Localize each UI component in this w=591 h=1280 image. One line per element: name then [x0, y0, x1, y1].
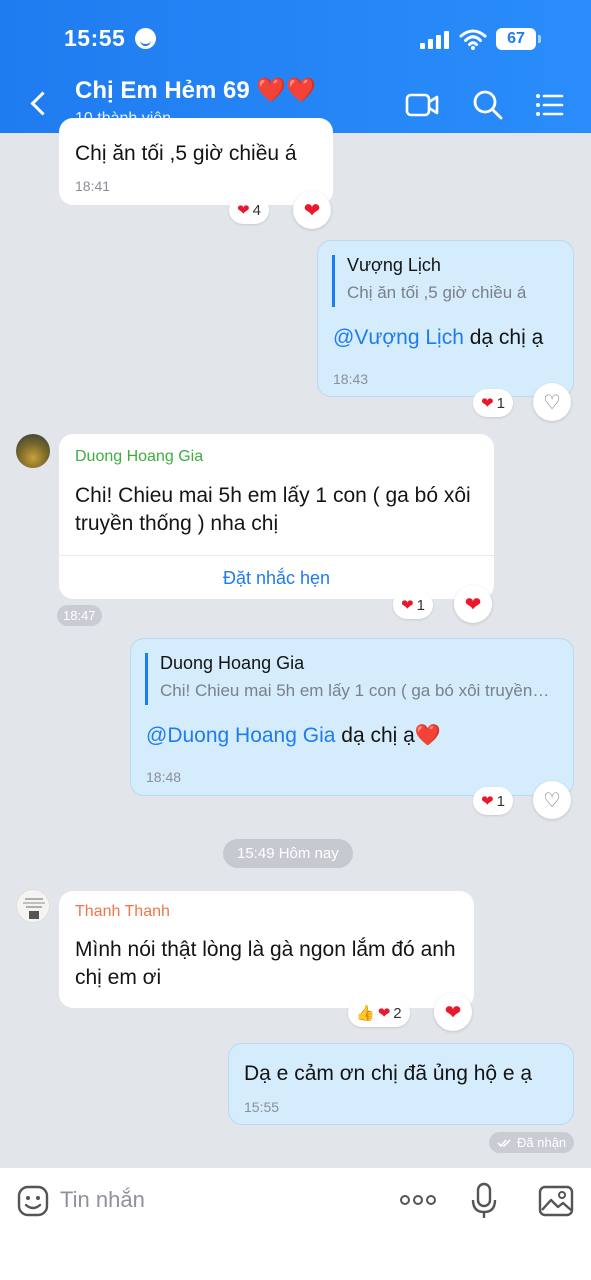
message-body: dạ chị ạ❤️ — [335, 724, 441, 747]
battery-indicator: 67 — [496, 28, 541, 50]
quote-sender: Duong Hoang Gia — [160, 653, 305, 673]
reaction-summary[interactable]: ❤ 1 — [393, 591, 433, 619]
double-check-icon — [497, 1138, 511, 1147]
message-time: 18:48 — [146, 769, 182, 785]
avatar-image — [23, 898, 45, 919]
reaction-summary[interactable]: ❤ 4 — [229, 196, 269, 224]
delivery-status: Đã nhận — [489, 1132, 575, 1153]
message-text: @Vượng Lịch dạ chị ạ — [333, 324, 543, 352]
message-bubble[interactable]: Chị ăn tối ,5 giờ chiều á 18:41 — [59, 118, 333, 205]
heart-icon: ❤ — [237, 202, 250, 219]
reaction-summary[interactable]: ❤ 1 — [473, 389, 513, 417]
quote-text: Chị ăn tối ,5 giờ chiều á — [347, 283, 527, 302]
set-reminder-button[interactable]: Đặt nhắc hẹn — [59, 555, 494, 599]
message-bubble[interactable]: Vượng Lịch Chị ăn tối ,5 giờ chiều á @Vư… — [317, 240, 574, 397]
reaction-summary[interactable]: 👍 ❤ 2 — [348, 999, 410, 1027]
message-input[interactable] — [60, 1182, 380, 1218]
status-time: 15:55 — [64, 25, 126, 51]
heart-react-button[interactable]: ❤ — [454, 585, 492, 623]
message-body: dạ chị ạ — [463, 326, 544, 349]
reaction-count: 1 — [496, 394, 505, 412]
more-options-icon[interactable] — [398, 1188, 438, 1212]
microphone-icon[interactable] — [470, 1182, 498, 1220]
message-time: 18:47 — [57, 605, 102, 626]
avatar[interactable] — [16, 434, 50, 468]
chat-header: 15:55 67 Chị Em Hẻm 69 ❤️❤️ 10 thành viê… — [0, 0, 591, 133]
message-time: 15:55 — [244, 1099, 280, 1115]
reaction-count: 4 — [252, 201, 261, 219]
wifi-icon — [459, 29, 487, 50]
message-composer — [0, 1168, 591, 1280]
back-button[interactable] — [26, 88, 54, 120]
heart-icon: ❤ — [444, 1001, 462, 1024]
quote-text: Chi! Chieu mai 5h em lấy 1 con ( ga bó x… — [160, 681, 550, 700]
delivery-status-text: Đã nhận — [517, 1135, 567, 1150]
reaction-count: 2 — [393, 1004, 402, 1022]
sticker-icon[interactable] — [16, 1184, 50, 1218]
message-text: Dạ e cảm ơn chị đã ủng hộ e ạ — [244, 1062, 533, 1085]
heart-icon: ❤ — [303, 199, 321, 222]
quoted-message[interactable]: Vượng Lịch Chị ăn tối ,5 giờ chiều á — [332, 255, 560, 307]
message-bubble[interactable]: Duong Hoang Gia Chi! Chieu mai 5h em lấy… — [130, 638, 574, 796]
video-call-icon[interactable] — [404, 87, 440, 123]
menu-icon[interactable] — [532, 87, 568, 123]
heart-outline-icon: ♡ — [543, 789, 561, 812]
message-text: Chi! Chieu mai 5h em lấy 1 con ( ga bó x… — [75, 484, 471, 535]
message-text: Mình nói thật lòng là gà ngon lắm đó anh… — [75, 938, 456, 989]
smiley-status-icon — [135, 28, 156, 49]
quoted-message[interactable]: Duong Hoang Gia Chi! Chieu mai 5h em lấy… — [145, 653, 550, 705]
avatar[interactable] — [16, 889, 50, 923]
mention-link[interactable]: @Duong Hoang Gia — [146, 724, 335, 747]
message-time: 18:43 — [333, 371, 369, 387]
message-bubble[interactable]: Dạ e cảm ơn chị đã ủng hộ e ạ 15:55 — [228, 1043, 574, 1125]
heart-icon: ❤ — [464, 593, 482, 616]
message-bubble[interactable]: Thanh Thanh Mình nói thật lòng là gà ngo… — [59, 891, 474, 1008]
sender-name[interactable]: Thanh Thanh — [75, 903, 170, 921]
reaction-count: 1 — [416, 596, 425, 614]
search-icon[interactable] — [470, 87, 506, 123]
reaction-count: 1 — [496, 792, 505, 810]
image-icon[interactable] — [538, 1184, 574, 1218]
like-react-button[interactable]: ♡ — [533, 383, 571, 421]
message-text: @Duong Hoang Gia dạ chị ạ❤️ — [146, 722, 441, 750]
signal-icon — [420, 31, 450, 49]
date-separator: 15:49 Hôm nay — [223, 839, 353, 868]
heart-react-button[interactable]: ❤ — [434, 993, 472, 1031]
like-react-button[interactable]: ♡ — [533, 781, 571, 819]
message-time: 18:41 — [75, 178, 111, 194]
heart-icon: ❤ — [481, 793, 494, 810]
thumbs-up-icon: 👍 — [356, 1005, 375, 1022]
message-text: Chị ăn tối ,5 giờ chiều á — [75, 142, 297, 165]
heart-icon: ❤ — [377, 1005, 391, 1022]
mention-link[interactable]: @Vượng Lịch — [333, 326, 464, 349]
sender-name[interactable]: Duong Hoang Gia — [75, 448, 203, 466]
heart-react-button[interactable]: ❤ — [293, 191, 331, 229]
message-bubble[interactable]: Duong Hoang Gia Chi! Chieu mai 5h em lấy… — [59, 434, 494, 599]
quote-sender: Vượng Lịch — [347, 255, 441, 275]
group-title[interactable]: Chị Em Hẻm 69 ❤️❤️ — [75, 76, 316, 105]
reaction-summary[interactable]: ❤ 1 — [473, 787, 513, 815]
heart-icon: ❤ — [401, 597, 414, 614]
heart-icon: ❤ — [481, 395, 494, 412]
heart-outline-icon: ♡ — [543, 391, 561, 414]
